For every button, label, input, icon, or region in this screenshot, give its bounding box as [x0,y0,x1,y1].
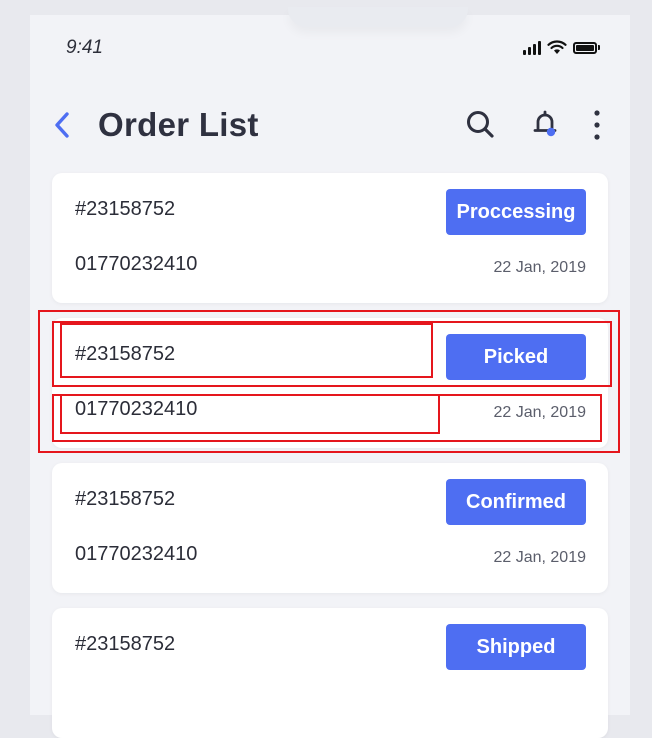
order-id: #23158752 [75,488,176,510]
more-button[interactable] [590,108,604,147]
status-time: 9:41 [66,37,103,58]
bell-icon [533,110,557,137]
order-id: #23158752 [75,633,176,655]
order-date: 22 Jan, 2019 [493,549,586,566]
signal-icon [523,40,541,55]
order-id: #23158752 [75,343,176,365]
customer-phone: 01770232410 [75,398,198,420]
more-vertical-icon [594,110,600,140]
status-bar: 9:41 [30,37,630,63]
phone-screen: 9:41 Order List #23158752 Proccessing 01… [30,7,630,738]
page-header: Order List [30,100,630,150]
order-date: 22 Jan, 2019 [493,259,586,276]
search-button[interactable] [464,108,496,145]
status-badge[interactable]: Proccessing [446,189,586,235]
order-id: #23158752 [75,198,176,220]
wifi-icon [547,40,567,54]
status-badge[interactable]: Picked [446,334,586,380]
status-icons [523,40,600,55]
order-date: 22 Jan, 2019 [493,404,586,421]
order-card[interactable]: #23158752 Shipped [52,608,608,738]
customer-phone: 01770232410 [75,543,198,565]
order-card[interactable]: #23158752 Confirmed 01770232410 22 Jan, … [52,463,608,593]
order-card[interactable]: #23158752 Picked 01770232410 22 Jan, 201… [52,318,608,448]
order-card[interactable]: #23158752 Proccessing 01770232410 22 Jan… [52,173,608,303]
battery-icon [573,41,597,54]
search-icon [467,111,494,138]
notifications-button[interactable] [530,108,560,145]
back-button[interactable] [48,108,78,142]
status-badge[interactable]: Shipped [446,624,586,670]
page-title: Order List [98,106,259,143]
status-badge[interactable]: Confirmed [446,479,586,525]
device-notch [288,7,468,27]
customer-phone: 01770232410 [75,253,198,275]
chevron-left-icon [55,112,69,138]
